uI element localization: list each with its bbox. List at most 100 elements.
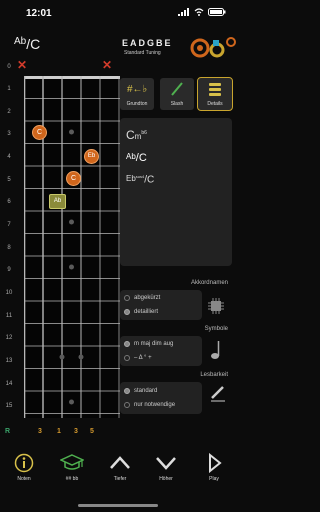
fret-number: 15 xyxy=(5,403,13,409)
details-label: Details xyxy=(207,101,223,107)
fret-number: 12 xyxy=(5,335,13,341)
option-label: detailliert xyxy=(134,309,159,315)
sharp-flat-toggle-button[interactable]: ## bb xyxy=(52,453,92,482)
akkordnamen-group: abgekürzt detailliert xyxy=(120,290,202,320)
slash-icon xyxy=(171,82,183,96)
radio-selected-icon xyxy=(124,309,130,315)
graduation-cap-icon xyxy=(60,454,84,470)
signal-icon xyxy=(178,8,190,18)
mute-marker-high-e[interactable]: ✕ xyxy=(102,58,112,72)
note-ab-fret6-root[interactable]: Ab xyxy=(49,194,66,209)
symbole-option-text[interactable]: m maj dim aug xyxy=(124,341,173,347)
tuning-label[interactable]: EADGBE xyxy=(122,38,173,48)
details-button[interactable]: Details xyxy=(197,77,233,111)
home-indicator xyxy=(78,504,158,507)
fret-number: 4 xyxy=(7,154,11,160)
option-label: nur notwendige xyxy=(134,402,176,408)
tuning-name: Standard Tuning xyxy=(124,50,161,56)
symbole-title: Symbole xyxy=(204,326,228,332)
option-label: standard xyxy=(134,388,158,394)
play-button[interactable]: Play xyxy=(194,453,234,482)
chord-name-1-ext: b6 xyxy=(141,130,147,136)
chip-icon[interactable] xyxy=(208,298,224,314)
pen-icon[interactable] xyxy=(210,384,226,402)
play-icon xyxy=(209,453,222,473)
wifi-icon xyxy=(194,8,204,18)
grundton-button[interactable]: #←♭ Grundton xyxy=(120,78,154,110)
note-c-fret3[interactable]: C xyxy=(32,125,47,140)
note-c-fret5[interactable]: C xyxy=(66,171,81,186)
chord-names-panel: Cmb6 Ab/C Ebsus4/C xyxy=(120,118,232,266)
status-bar: 12:01 xyxy=(0,0,236,26)
tiefer-label: Tiefer xyxy=(113,476,127,482)
chord-slash: /C xyxy=(26,36,41,52)
status-icons xyxy=(178,8,226,18)
nut xyxy=(24,76,120,79)
chord-name-2-slash: /C xyxy=(135,152,147,164)
radio-icon xyxy=(124,355,130,361)
fret-number: 8 xyxy=(7,245,11,251)
info-icon xyxy=(14,453,34,473)
lesbarkeit-group: standard nur notwendige xyxy=(120,382,202,414)
noten-button[interactable]: Noten xyxy=(4,453,44,482)
option-label: m maj dim aug xyxy=(134,341,174,347)
sharp-flat-icon: #←♭ xyxy=(127,84,148,95)
slash-button[interactable]: Slash xyxy=(160,78,194,110)
fret-number: 14 xyxy=(5,381,13,387)
fret-number: 7 xyxy=(7,222,11,228)
symbole-group: m maj dim aug – Δ ° + xyxy=(120,336,202,366)
mute-marker-low-e[interactable]: ✕ xyxy=(17,58,27,72)
lesbarkeit-option-nur-notwendige[interactable]: nur notwendige xyxy=(124,402,175,408)
fingering-root-label: R xyxy=(5,428,11,435)
radio-selected-icon xyxy=(124,341,130,347)
chord-name-1[interactable]: Cmb6 xyxy=(126,128,147,142)
sharp-flat-label: ## bb xyxy=(65,476,79,482)
finger-number: 3 xyxy=(38,428,42,435)
chord-name-2[interactable]: Ab/C xyxy=(126,152,147,164)
status-time: 12:01 xyxy=(26,8,52,19)
option-label: – Δ ° + xyxy=(134,355,152,361)
fret-number: 11 xyxy=(5,313,13,319)
option-label: abgekürzt xyxy=(134,295,161,301)
radio-selected-icon xyxy=(124,388,130,394)
music-note-icon[interactable] xyxy=(210,340,224,360)
fret-number: 13 xyxy=(5,358,13,364)
play-label: Play xyxy=(209,476,219,482)
layers-icon xyxy=(209,83,221,96)
akkordnamen-option-detailliert[interactable]: detailliert xyxy=(124,309,158,315)
tiefer-button[interactable]: Tiefer xyxy=(100,453,140,482)
fret-number: 6 xyxy=(7,199,11,205)
chord-name-3-ext: sus4 xyxy=(135,174,145,179)
symbole-option-symbols[interactable]: – Δ ° + xyxy=(124,355,152,361)
chord-name-2-root: Ab xyxy=(126,152,136,161)
hoeher-button[interactable]: Höher xyxy=(146,453,186,482)
chord-name-3[interactable]: Ebsus4/C xyxy=(126,174,154,185)
lesbarkeit-option-standard[interactable]: standard xyxy=(124,388,157,394)
grundton-label: Grundton xyxy=(126,101,148,107)
radio-icon xyxy=(124,295,130,301)
fret-number: 0 xyxy=(7,64,11,70)
finger-number: 1 xyxy=(57,428,61,435)
chord-name-1-root: C xyxy=(126,128,135,142)
note-eb-fret4[interactable]: Eb xyxy=(84,149,99,164)
noten-label: Noten xyxy=(17,476,31,482)
fret-number: 5 xyxy=(7,177,11,183)
akkordnamen-option-abgekuerzt[interactable]: abgekürzt xyxy=(124,295,160,301)
finger-number: 5 xyxy=(90,428,94,435)
chevron-down-icon xyxy=(156,457,176,470)
finger-number: 3 xyxy=(74,428,78,435)
fret-number: 2 xyxy=(7,109,11,115)
slash-label: Slash xyxy=(170,101,184,107)
chevron-up-icon xyxy=(110,456,130,469)
chord-name-3-root: Eb xyxy=(126,174,136,183)
fret-number: 3 xyxy=(7,131,11,137)
fret-number: 1 xyxy=(7,86,11,92)
chord-name-3-slash: /C xyxy=(144,174,155,186)
battery-icon xyxy=(208,8,226,18)
bottom-toolbar: Noten ## bb Tiefer Höher Play xyxy=(0,445,236,512)
akkordnamen-title: Akkordnamen xyxy=(190,280,228,286)
chord-root: Ab xyxy=(14,36,27,47)
hoeher-label: Höher xyxy=(159,476,173,482)
app-logo-icon[interactable] xyxy=(190,34,236,60)
chord-title: Ab/C xyxy=(14,36,40,52)
